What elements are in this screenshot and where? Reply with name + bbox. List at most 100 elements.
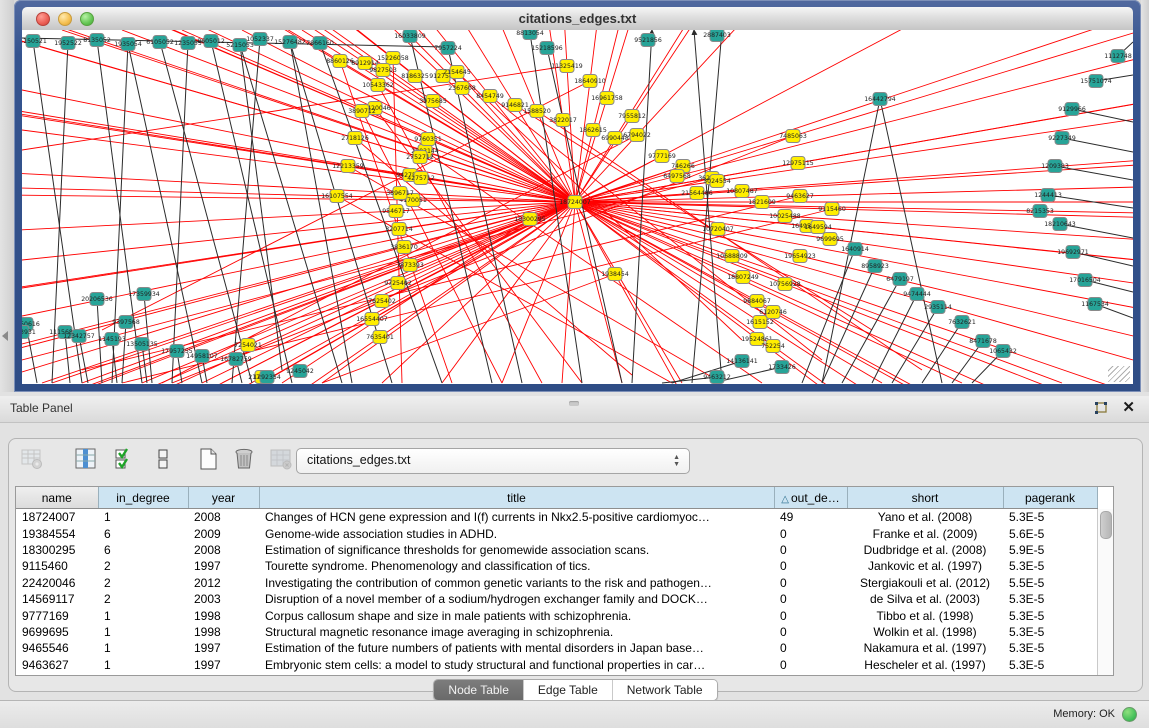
graph-node[interactable]: 8454749 <box>476 90 504 103</box>
svg-text:9777169: 9777169 <box>648 153 676 160</box>
graph-node[interactable]: 18640910 <box>574 75 606 88</box>
table-row[interactable]: 946362711997Embryonic stem cells: a mode… <box>16 657 1097 673</box>
graph-node[interactable]: 15226058 <box>377 52 409 65</box>
graph-node[interactable]: 1733426 <box>768 361 796 374</box>
graph-node[interactable]: 1244413 <box>1034 189 1062 202</box>
graph-node[interactable]: 16554407 <box>356 313 388 326</box>
cell-in_degree: 1 <box>98 624 188 640</box>
graph-node[interactable]: 17016504 <box>1069 274 1101 287</box>
network-view[interactable]: 8860126891291415226058982750381863259127… <box>22 30 1133 384</box>
svg-text:2154645: 2154645 <box>443 69 471 76</box>
table-row[interactable]: 1872400712008Changes of HCN gene express… <box>16 509 1097 526</box>
graph-node[interactable]: 9699695 <box>816 233 844 246</box>
table-selector-combobox[interactable]: citations_edges.txt ▲▼ <box>296 448 690 474</box>
graph-node[interactable]: 9546717 <box>382 205 410 218</box>
graph-node[interactable]: 9884067 <box>743 295 771 308</box>
table-row[interactable]: 977716911998Corpus callosum shape and si… <box>16 607 1097 623</box>
graph-node[interactable]: 15751074 <box>1080 75 1112 88</box>
graph-node[interactable]: 12213359 <box>332 160 364 173</box>
graph-node[interactable]: 1065432 <box>989 345 1017 358</box>
table-row[interactable]: 1938455462009Genome-wide association stu… <box>16 525 1097 541</box>
graph-node[interactable]: 1209383 <box>1041 160 1069 173</box>
graph-node[interactable]: 7957224 <box>434 42 462 55</box>
column-header-name[interactable]: name <box>16 487 98 509</box>
table-row[interactable]: 1456911722003Disruption of a novel membe… <box>16 591 1097 607</box>
graph-node[interactable]: 8813054 <box>516 30 544 40</box>
graph-node[interactable]: 1150521 <box>22 35 47 48</box>
zoom-window-icon[interactable] <box>80 12 94 26</box>
graph-node[interactable]: 2718126 <box>341 132 369 145</box>
column-header-in_degree[interactable]: in_degree <box>98 487 188 509</box>
graph-node[interactable]: 16961758 <box>591 92 623 105</box>
graph-node[interactable]: 3975685 <box>419 95 447 108</box>
splitter-handle[interactable] <box>569 401 579 406</box>
show-column-icon[interactable] <box>73 447 99 473</box>
graph-node[interactable]: 16107554 <box>321 190 353 203</box>
tab-node-table[interactable]: Node Table <box>434 680 524 700</box>
graph-node[interactable]: 10688809 <box>716 250 748 263</box>
graph-node[interactable]: 17359934 <box>128 288 160 301</box>
graph-node[interactable]: 7485063 <box>779 130 807 143</box>
graph-node[interactable]: 19654923 <box>784 250 816 263</box>
graph-node[interactable]: 10025488 <box>769 210 801 223</box>
cell-year: 2003 <box>188 591 259 607</box>
column-header-year[interactable]: year <box>188 487 259 509</box>
graph-node[interactable]: 10807487 <box>726 185 758 198</box>
graph-node[interactable]: 1167534 <box>1081 298 1109 311</box>
graph-node[interactable]: 9521856 <box>634 34 662 47</box>
graph-node[interactable]: 19692971 <box>1057 246 1089 259</box>
graph-node[interactable]: 9115460 <box>818 203 846 216</box>
float-window-icon[interactable] <box>1093 401 1109 417</box>
graph-node[interactable]: 14136141 <box>726 355 758 368</box>
scrollbar-thumb[interactable] <box>1100 511 1112 539</box>
graph-node[interactable]: 8186325 <box>401 70 429 83</box>
graph-node[interactable]: 1145193 <box>98 333 126 346</box>
close-window-icon[interactable] <box>36 12 50 26</box>
panel-collapse-arrow-icon[interactable] <box>2 331 8 341</box>
cell-in_degree: 2 <box>98 558 188 574</box>
graph-node[interactable]: 10543362 <box>362 79 394 92</box>
table-row[interactable]: 2242004622012Investigating the contribut… <box>16 575 1097 591</box>
table-row[interactable]: 969969511998Structural magnetic resonanc… <box>16 624 1097 640</box>
delete-trash-icon[interactable] <box>231 447 257 473</box>
tab-edge-table[interactable]: Edge Table <box>524 680 613 700</box>
graph-node[interactable]: 9227349 <box>1048 132 1076 145</box>
graph-node[interactable]: 18210643 <box>1044 218 1076 231</box>
close-panel-icon[interactable]: ✕ <box>1122 398 1135 416</box>
graph-node[interactable]: 7955812 <box>618 110 646 123</box>
graph-node[interactable]: 9463212 <box>703 371 731 384</box>
column-header-out_de[interactable]: △out_de… <box>774 487 847 509</box>
graph-node[interactable]: 7635401 <box>366 331 394 344</box>
tab-network-table[interactable]: Network Table <box>613 680 717 700</box>
minimize-window-icon[interactable] <box>58 12 72 26</box>
row-toggle-icon[interactable] <box>150 447 176 473</box>
graph-node[interactable]: 1112748 <box>1104 50 1132 63</box>
column-header-short[interactable]: short <box>847 487 1003 509</box>
select-columns-icon[interactable] <box>112 447 138 473</box>
table-row[interactable]: 911546021997Tourette syndrome. Phenomeno… <box>16 558 1097 574</box>
graph-node[interactable]: 15218596 <box>531 42 563 55</box>
graph-node[interactable]: 1938454 <box>601 268 629 281</box>
graph-node[interactable]: 2887403 <box>703 30 731 42</box>
resize-grip-icon[interactable] <box>1108 366 1130 382</box>
graph-node[interactable]: 6479197 <box>886 273 914 286</box>
graph-node[interactable]: 9463627 <box>786 190 814 203</box>
graph-node[interactable]: 7632621 <box>948 316 976 329</box>
table-row[interactable]: 946554611997Estimation of the future num… <box>16 640 1097 656</box>
vertical-scrollbar[interactable] <box>1097 509 1113 675</box>
new-file-icon[interactable] <box>195 447 221 473</box>
import-table-icon[interactable] <box>268 447 294 473</box>
graph-node[interactable]: 8958923 <box>861 260 889 273</box>
graph-node[interactable]: 3207714 <box>385 223 413 236</box>
graph-node[interactable]: 3822017 <box>549 114 577 127</box>
svg-text:1145193: 1145193 <box>98 336 126 343</box>
column-header-title[interactable]: title <box>259 487 774 509</box>
graph-node[interactable]: 20206536 <box>81 293 113 306</box>
graph-node[interactable]: 6105052 <box>146 36 174 49</box>
column-header-pagerank[interactable]: pagerank <box>1003 487 1097 509</box>
graph-node[interactable]: 9474444 <box>903 288 931 301</box>
graph-node[interactable]: 8215353 <box>1026 205 1054 218</box>
table-settings-icon[interactable] <box>19 447 45 473</box>
network-window-titlebar[interactable]: citations_edges.txt <box>22 7 1133 31</box>
table-row[interactable]: 1830029562008Estimation of significance … <box>16 542 1097 558</box>
